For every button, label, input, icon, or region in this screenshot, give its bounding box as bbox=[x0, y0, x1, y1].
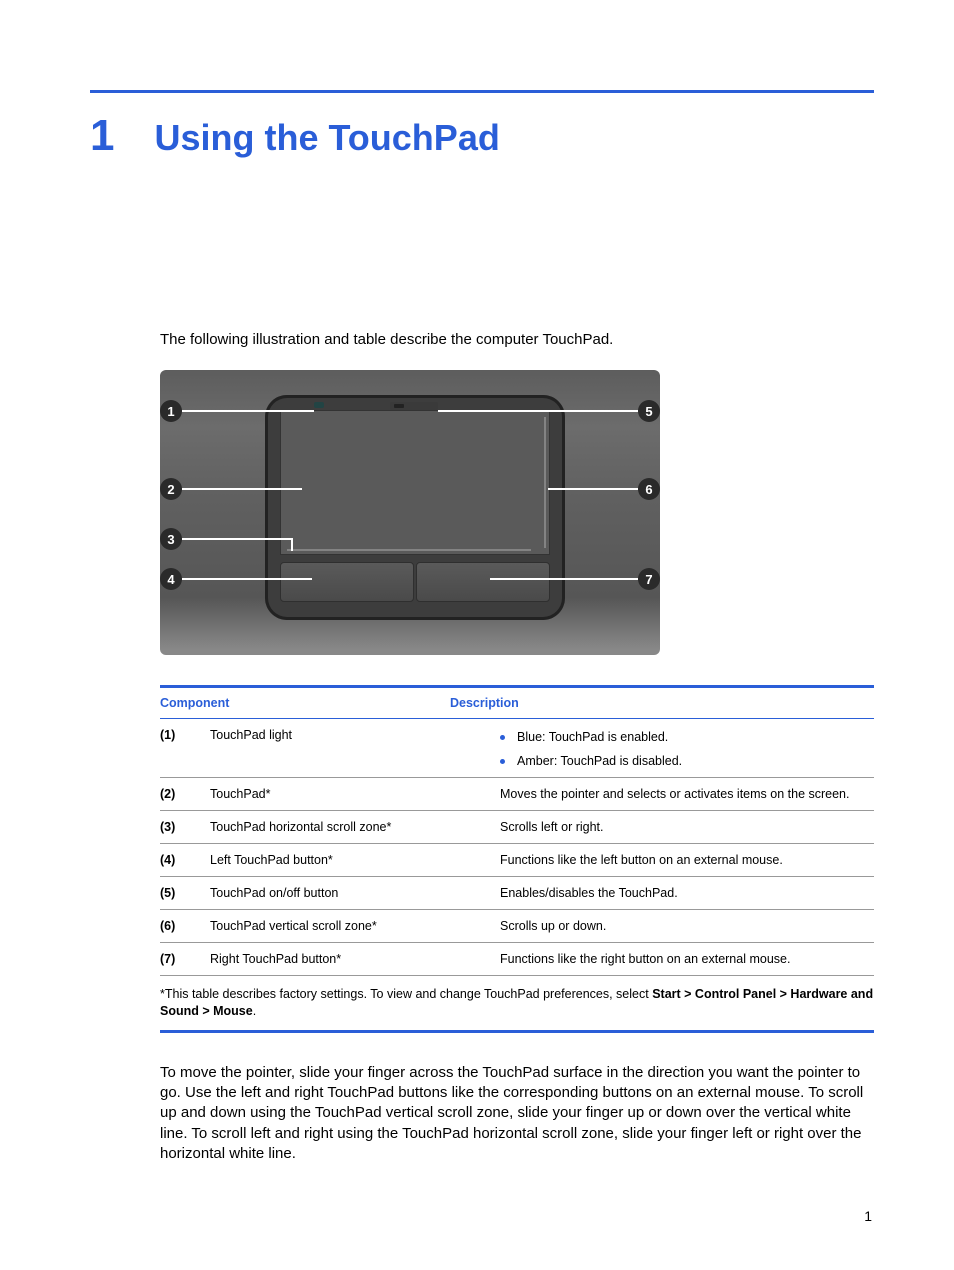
touchpad-onoff-button bbox=[390, 402, 438, 410]
left-touchpad-button bbox=[280, 562, 414, 602]
table-row: (2)TouchPad*Moves the pointer and select… bbox=[160, 777, 874, 810]
row-description: Functions like the right button on an ex… bbox=[500, 952, 874, 966]
row-number: (6) bbox=[160, 919, 210, 933]
table-row: (7)Right TouchPad button*Functions like … bbox=[160, 942, 874, 975]
callout-marker-3: 3 bbox=[160, 528, 182, 550]
touchpad-light bbox=[314, 402, 324, 408]
document-page: 1 Using the TouchPad The following illus… bbox=[0, 0, 954, 1204]
callout-lead-4 bbox=[182, 578, 312, 580]
row-number: (2) bbox=[160, 787, 210, 801]
touchpad-buttons-row bbox=[280, 562, 550, 602]
table-row: (5)TouchPad on/off buttonEnables/disable… bbox=[160, 876, 874, 909]
row-component: TouchPad light bbox=[210, 728, 500, 742]
page-number: 1 bbox=[864, 1208, 872, 1224]
callout-lead-2 bbox=[182, 488, 302, 490]
callout-lead-7 bbox=[490, 578, 638, 580]
table-row: (1)TouchPad lightBlue: TouchPad is enabl… bbox=[160, 719, 874, 777]
bullet-text: Amber: TouchPad is disabled. bbox=[517, 754, 682, 768]
callout-lead-6 bbox=[548, 488, 638, 490]
chapter-header: 1 Using the TouchPad bbox=[90, 111, 874, 161]
row-component: TouchPad* bbox=[210, 787, 500, 801]
callout-lead-3 bbox=[182, 538, 292, 540]
right-touchpad-button bbox=[416, 562, 550, 602]
row-number: (1) bbox=[160, 728, 210, 742]
touchpad-illustration: 1 2 3 4 5 6 7 bbox=[160, 370, 660, 655]
table-bottom-rule bbox=[160, 1030, 874, 1033]
callout-lead-5 bbox=[438, 410, 638, 412]
row-number: (5) bbox=[160, 886, 210, 900]
callout-marker-1: 1 bbox=[160, 400, 182, 422]
intro-text: The following illustration and table des… bbox=[160, 331, 874, 348]
row-number: (4) bbox=[160, 853, 210, 867]
footnote-text-post: . bbox=[253, 1004, 256, 1018]
bullet-icon bbox=[500, 759, 505, 764]
table-footnote: *This table describes factory settings. … bbox=[160, 975, 874, 1030]
vertical-scroll-line bbox=[544, 417, 546, 548]
illustration-background bbox=[160, 370, 660, 655]
touchpad-surface bbox=[280, 410, 550, 555]
callout-marker-5: 5 bbox=[638, 400, 660, 422]
bullet-text: Blue: TouchPad is enabled. bbox=[517, 730, 668, 744]
row-description: Blue: TouchPad is enabled. Amber: TouchPa… bbox=[500, 728, 874, 768]
row-component: Left TouchPad button* bbox=[210, 853, 500, 867]
row-number: (3) bbox=[160, 820, 210, 834]
row-description: Enables/disables the TouchPad. bbox=[500, 886, 874, 900]
chapter-title: Using the TouchPad bbox=[154, 117, 499, 159]
component-table: Component Description (1)TouchPad lightB… bbox=[160, 685, 874, 1033]
list-item: Amber: TouchPad is disabled. bbox=[500, 752, 874, 768]
description-bullet-list: Blue: TouchPad is enabled. Amber: TouchPa… bbox=[500, 728, 874, 768]
footnote-text-pre: *This table describes factory settings. … bbox=[160, 987, 652, 1001]
callout-marker-2: 2 bbox=[160, 478, 182, 500]
row-description: Functions like the left button on an ext… bbox=[500, 853, 874, 867]
row-component: TouchPad vertical scroll zone* bbox=[210, 919, 500, 933]
callout-lead-1 bbox=[182, 410, 314, 412]
callout-marker-6: 6 bbox=[638, 478, 660, 500]
table-row: (4)Left TouchPad button*Functions like t… bbox=[160, 843, 874, 876]
row-description: Scrolls left or right. bbox=[500, 820, 874, 834]
content-area: The following illustration and table des… bbox=[160, 331, 874, 1164]
table-row: (6)TouchPad vertical scroll zone*Scrolls… bbox=[160, 909, 874, 942]
callout-marker-4: 4 bbox=[160, 568, 182, 590]
row-component: TouchPad on/off button bbox=[210, 886, 500, 900]
bullet-icon bbox=[500, 735, 505, 740]
callout-marker-7: 7 bbox=[638, 568, 660, 590]
body-paragraph: To move the pointer, slide your finger a… bbox=[160, 1063, 874, 1164]
row-component: TouchPad horizontal scroll zone* bbox=[210, 820, 500, 834]
table-header-row: Component Description bbox=[160, 688, 874, 718]
row-component: Right TouchPad button* bbox=[210, 952, 500, 966]
divider-top bbox=[90, 90, 874, 93]
chapter-number: 1 bbox=[90, 111, 114, 161]
table-row: (3)TouchPad horizontal scroll zone*Scrol… bbox=[160, 810, 874, 843]
horizontal-scroll-line bbox=[287, 549, 531, 551]
row-description: Scrolls up or down. bbox=[500, 919, 874, 933]
list-item: Blue: TouchPad is enabled. bbox=[500, 728, 874, 752]
table-header-description: Description bbox=[450, 696, 874, 710]
row-description: Moves the pointer and selects or activat… bbox=[500, 787, 874, 801]
row-number: (7) bbox=[160, 952, 210, 966]
table-header-component: Component bbox=[160, 696, 450, 710]
callout-lead-3v bbox=[291, 538, 293, 551]
